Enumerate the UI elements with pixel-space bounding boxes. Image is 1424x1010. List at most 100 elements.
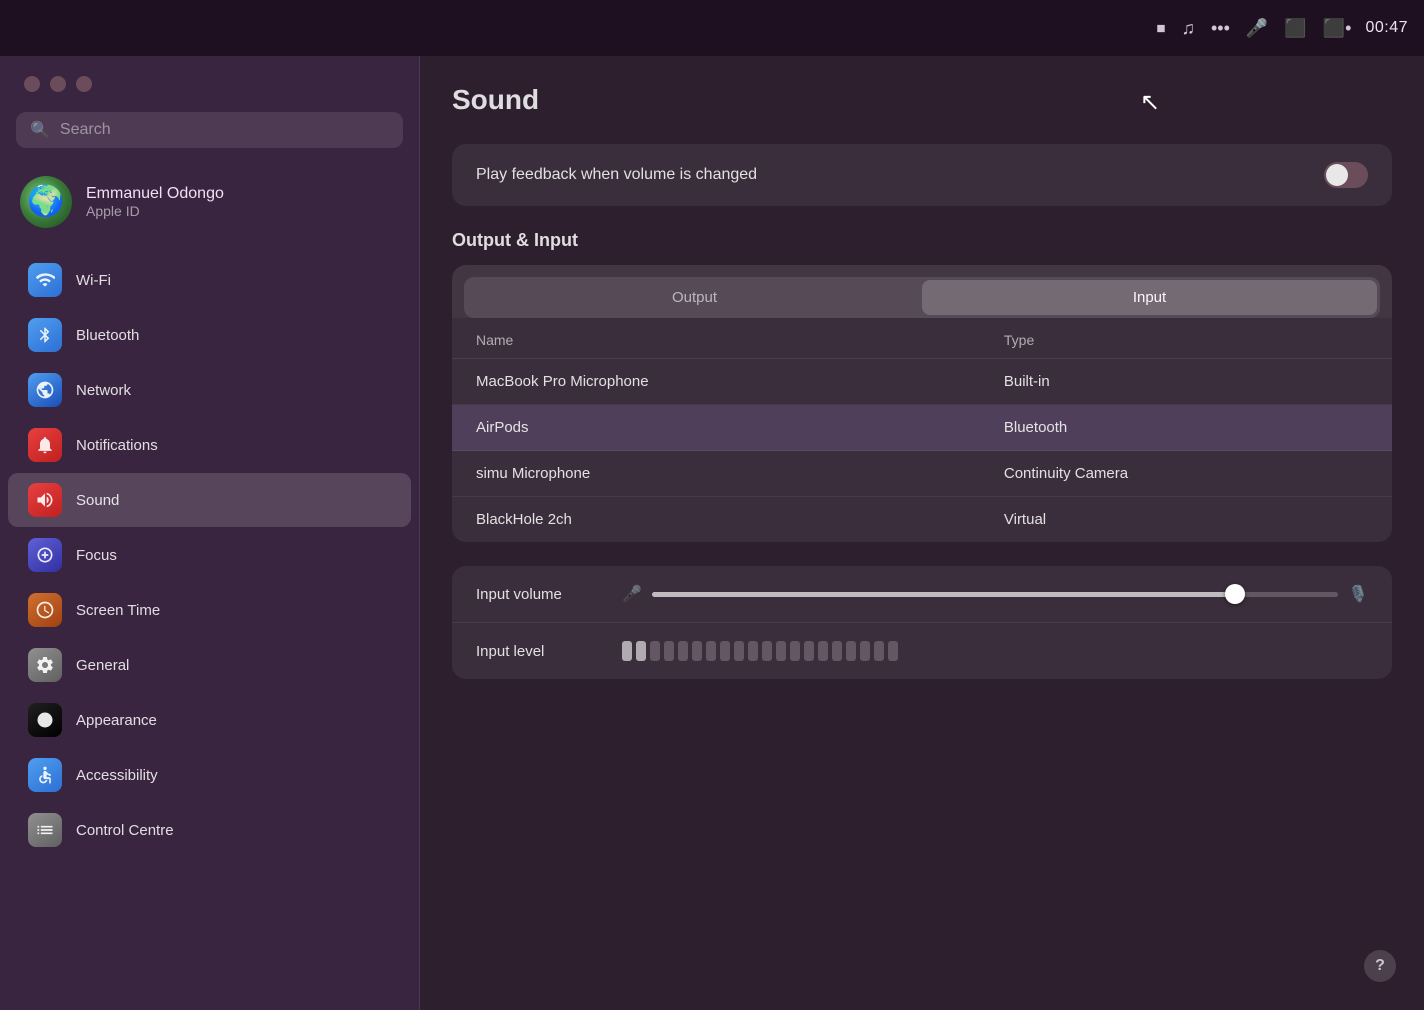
table-row[interactable]: AirPods Bluetooth [452,405,1392,451]
col-type: Type [980,318,1392,359]
device-type: Virtual [980,497,1392,543]
general-icon [28,648,62,682]
feedback-toggle[interactable] [1324,162,1368,188]
sidebar-item-sound[interactable]: Sound [8,473,411,527]
close-button[interactable] [24,76,40,92]
airplay-icon[interactable]: ⬛ [1284,18,1306,39]
microphone-large-icon: 🎙️ [1348,584,1368,604]
feedback-card: Play feedback when volume is changed [452,144,1392,206]
input-volume-label: Input volume [476,586,606,603]
feedback-row: Play feedback when volume is changed [452,144,1392,206]
slider-section: Input volume 🎤 🎙️ Input level [452,566,1392,679]
table-row[interactable]: MacBook Pro Microphone Built-in [452,359,1392,405]
focus-icon [28,538,62,572]
level-bar [734,641,744,661]
sidebar-item-label: Bluetooth [76,327,139,344]
record-icon[interactable]: ⏹ [1156,18,1165,39]
sidebar: 🔍 🌍 Emmanuel Odongo Apple ID W [0,56,420,1010]
device-name: MacBook Pro Microphone [452,359,980,405]
menu-bar: ⏹ ♫ ••• 🎤 ⬛ ⬛• 00:47 [0,0,1424,56]
output-input-title: Output & Input [452,230,1392,251]
level-bar [706,641,716,661]
microphone-small-icon: 🎤 [622,584,642,604]
search-input[interactable] [60,121,389,139]
slider-fill [652,592,1235,597]
sidebar-item-label: Appearance [76,712,157,729]
sidebar-item-label: Control Centre [76,822,174,839]
app-window: 🔍 🌍 Emmanuel Odongo Apple ID W [0,0,1424,1010]
window-controls [0,76,419,112]
network-icon [28,373,62,407]
sidebar-item-label: Notifications [76,437,158,454]
input-volume-row: Input volume 🎤 🎙️ [452,566,1392,623]
search-box[interactable]: 🔍 [16,112,403,148]
level-bar [832,641,842,661]
level-bar [720,641,730,661]
sidebar-item-label: Screen Time [76,602,160,619]
bluetooth-icon [28,318,62,352]
microphone-icon[interactable]: 🎤 [1246,18,1268,39]
sidebar-item-label: Sound [76,492,119,509]
device-type: Continuity Camera [980,451,1392,497]
sidebar-item-label: Accessibility [76,767,158,784]
tab-input[interactable]: Input [922,280,1377,315]
level-bar [776,641,786,661]
sidebar-item-network[interactable]: Network [8,363,411,417]
level-bar [622,641,632,661]
sidebar-item-accessibility[interactable]: Accessibility [8,748,411,802]
input-volume-slider[interactable] [652,592,1338,597]
main-content: Sound Play feedback when volume is chang… [420,56,1424,1010]
sidebar-item-wifi[interactable]: Wi-Fi [8,253,411,307]
table-row[interactable]: BlackHole 2ch Virtual [452,497,1392,543]
page-title: Sound [452,84,1392,116]
input-level-display [622,641,1368,661]
user-profile[interactable]: 🌍 Emmanuel Odongo Apple ID [0,164,419,248]
device-name: BlackHole 2ch [452,497,980,543]
level-bar [678,641,688,661]
level-bar [860,641,870,661]
sidebar-item-label: Network [76,382,131,399]
search-container: 🔍 [0,112,419,164]
user-name: Emmanuel Odongo [86,185,224,203]
spotify-icon[interactable]: ♫ [1181,18,1195,39]
menu-bar-icons: ⏹ ♫ ••• 🎤 ⬛ ⬛• [1156,18,1351,39]
sidebar-item-appearance[interactable]: Appearance [8,693,411,747]
avatar-emoji: 🌍 [27,187,64,217]
accessibility-icon [28,758,62,792]
search-icon: 🔍 [30,120,50,140]
level-bar [748,641,758,661]
level-bar [664,641,674,661]
sidebar-item-general[interactable]: General [8,638,411,692]
wifi-icon [28,263,62,297]
sidebar-item-screentime[interactable]: Screen Time [8,583,411,637]
tab-output[interactable]: Output [467,280,922,315]
help-button[interactable]: ? [1364,950,1396,982]
menu-extra-icon[interactable]: ⬛• [1323,18,1352,39]
maximize-button[interactable] [76,76,92,92]
sidebar-item-bluetooth[interactable]: Bluetooth [8,308,411,362]
level-bar [692,641,702,661]
sound-icon [28,483,62,517]
user-info: Emmanuel Odongo Apple ID [86,185,224,219]
feedback-label: Play feedback when volume is changed [476,166,757,184]
sidebar-item-label: Focus [76,547,117,564]
sidebar-nav: Wi-Fi Bluetooth Network [0,248,419,862]
toggle-knob [1326,164,1348,186]
level-bar [888,641,898,661]
table-row[interactable]: simu Microphone Continuity Camera [452,451,1392,497]
slider-thumb [1225,584,1245,604]
input-level-row: Input level [452,623,1392,679]
tab-switcher: Output Input [464,277,1380,318]
level-bar [804,641,814,661]
more-icon[interactable]: ••• [1211,18,1230,39]
device-name: AirPods [452,405,980,451]
audio-device-table: Name Type MacBook Pro Microphone Built-i… [452,318,1392,542]
sidebar-item-label: Wi-Fi [76,272,111,289]
sidebar-item-focus[interactable]: Focus [8,528,411,582]
user-subtitle: Apple ID [86,203,224,219]
screentime-icon [28,593,62,627]
minimize-button[interactable] [50,76,66,92]
sidebar-item-notifications[interactable]: Notifications [8,418,411,472]
sidebar-item-controlcentre[interactable]: Control Centre [8,803,411,857]
level-bar [790,641,800,661]
